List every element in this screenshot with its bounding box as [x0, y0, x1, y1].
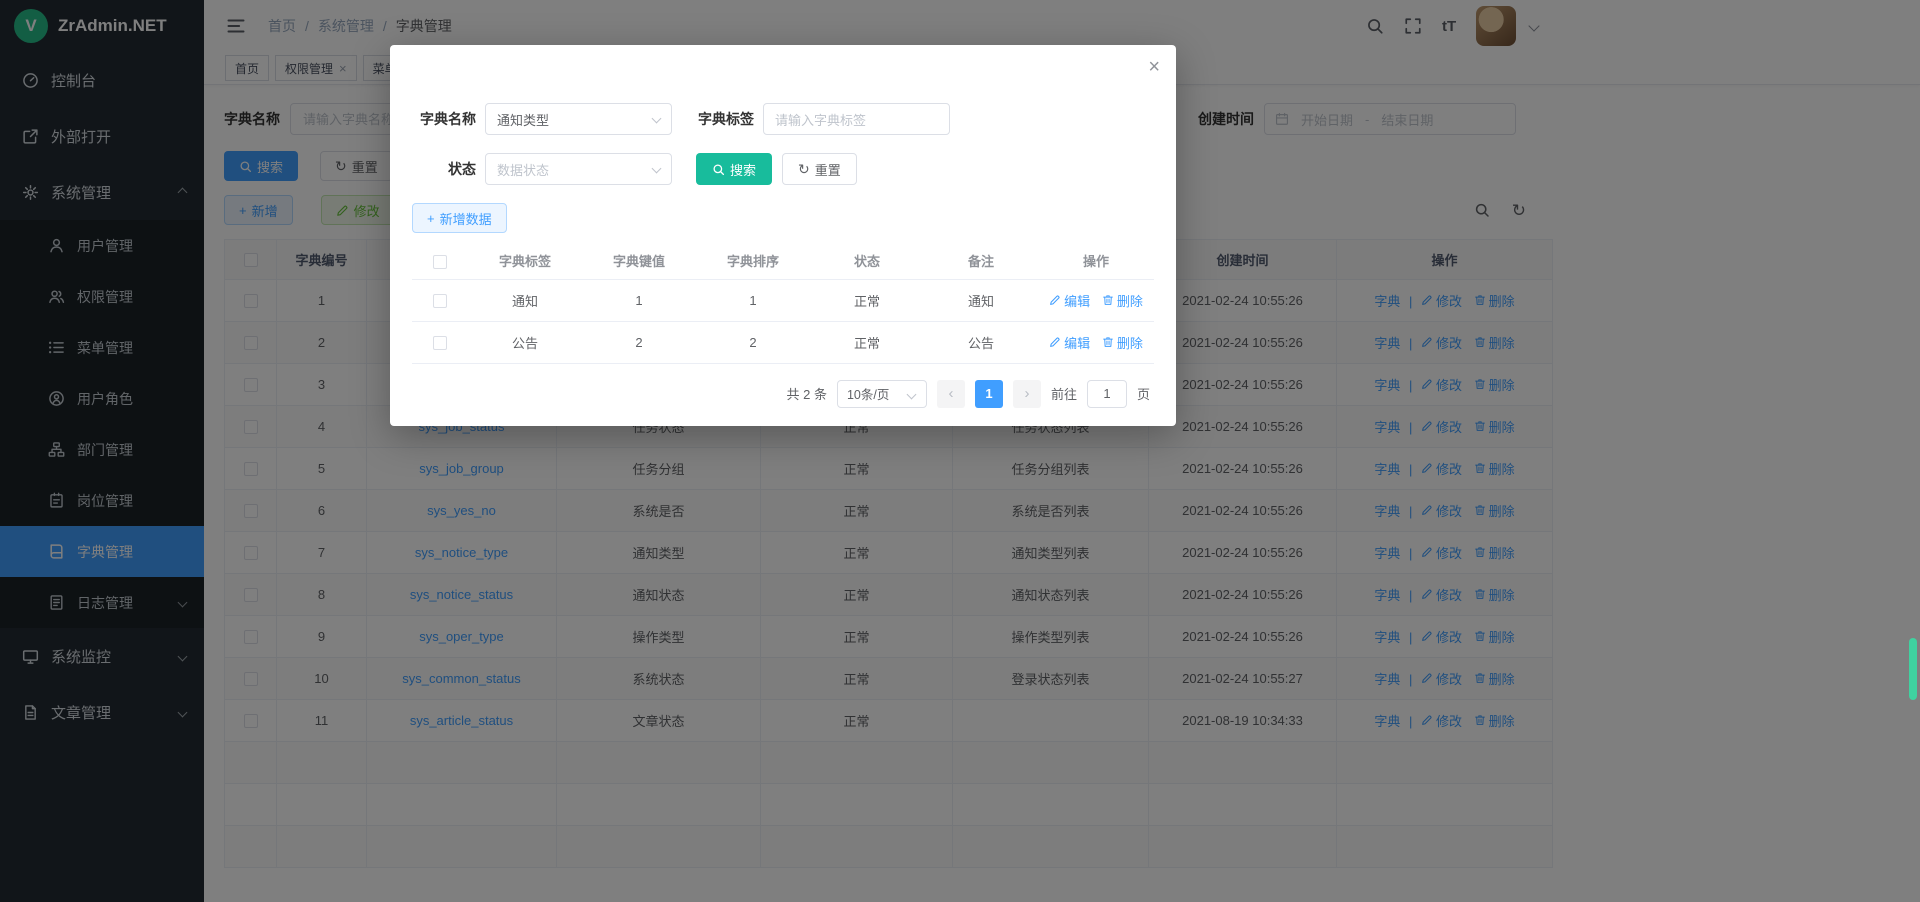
modal-filter-row-2: 状态 数据状态 搜索 ↻ 重置	[412, 153, 1154, 185]
select-all-checkbox[interactable]	[433, 255, 447, 269]
modal-filter-row-1: 字典名称 通知类型 字典标签 请输入字典标签	[412, 45, 1154, 135]
cell-remark: 通知	[924, 279, 1038, 321]
cell-dict-value: 1	[582, 279, 696, 321]
edit-link[interactable]: 编辑	[1049, 291, 1090, 310]
modal-status-label: 状态	[412, 159, 476, 179]
cell-status: 正常	[810, 279, 924, 321]
modal-dict-name-label: 字典名称	[412, 109, 476, 129]
modal-reset-label: 重置	[815, 160, 841, 179]
dict-label-placeholder: 请输入字典标签	[775, 110, 866, 129]
cell-dict-value: 2	[582, 321, 696, 363]
edit-link[interactable]: 编辑	[1049, 333, 1090, 352]
cell-remark: 公告	[924, 321, 1038, 363]
dict-data-table: 字典标签 字典键值 字典排序 状态 备注 操作 通知 1 1 正常	[412, 243, 1154, 364]
modal-pagination: 共 2 条 10条/页 ‹ 1 › 前往 页	[412, 380, 1154, 408]
modal-table-header-row: 字典标签 字典键值 字典排序 状态 备注 操作	[412, 243, 1154, 279]
chevron-down-icon	[907, 389, 917, 399]
delete-link[interactable]: 删除	[1102, 333, 1143, 352]
current-page-button[interactable]: 1	[975, 380, 1003, 408]
modal-dict-label-label: 字典标签	[696, 109, 754, 129]
cell-ops: 编辑 删除	[1038, 279, 1154, 321]
page-unit-label: 页	[1137, 384, 1150, 403]
row-checkbox[interactable]	[433, 336, 447, 350]
delete-link[interactable]: 删除	[1102, 291, 1143, 310]
col-dict-value: 字典键值	[582, 243, 696, 279]
col-ops: 操作	[1038, 243, 1154, 279]
next-page-button[interactable]: ›	[1013, 380, 1041, 408]
page-size-value: 10条/页	[847, 384, 889, 403]
status-select[interactable]: 数据状态	[485, 153, 672, 185]
cell-checkbox	[412, 321, 468, 363]
dict-name-value: 通知类型	[497, 110, 549, 129]
cell-dict-label: 通知	[468, 279, 582, 321]
dict-data-modal: × 字典名称 通知类型 字典标签 请输入字典标签 状态 数据状态 搜索	[390, 45, 1176, 426]
plus-icon: +	[427, 211, 435, 226]
chevron-down-icon	[652, 164, 662, 174]
close-icon[interactable]: ×	[1148, 57, 1160, 77]
dict-name-select[interactable]: 通知类型	[485, 103, 672, 135]
pagination-total: 共 2 条	[787, 384, 827, 403]
cell-dict-sort: 2	[696, 321, 810, 363]
modal-search-button[interactable]: 搜索	[696, 153, 772, 185]
modal-search-label: 搜索	[730, 160, 756, 179]
modal-table-row: 公告 2 2 正常 公告 编辑 删除	[412, 321, 1154, 363]
modal-reset-button[interactable]: ↻ 重置	[782, 153, 857, 185]
status-placeholder: 数据状态	[497, 160, 549, 179]
add-data-label: 新增数据	[440, 209, 492, 228]
add-data-button[interactable]: + 新增数据	[412, 203, 507, 233]
goto-page-input[interactable]	[1087, 380, 1127, 408]
app-root: V ZrAdmin.NET 控制台 外部打开 系统管理 用户管理	[0, 0, 1920, 902]
goto-label: 前往	[1051, 384, 1077, 403]
refresh-icon: ↻	[798, 162, 810, 176]
scrollbar-thumb[interactable]	[1909, 638, 1917, 700]
dict-label-input[interactable]: 请输入字典标签	[763, 103, 950, 135]
cell-dict-sort: 1	[696, 279, 810, 321]
modal-filter-actions: 搜索 ↻ 重置	[696, 153, 857, 185]
page-size-select[interactable]: 10条/页	[837, 380, 927, 408]
prev-page-button[interactable]: ‹	[937, 380, 965, 408]
col-remark: 备注	[924, 243, 1038, 279]
row-checkbox[interactable]	[433, 294, 447, 308]
header-checkbox-cell	[412, 243, 468, 279]
chevron-down-icon	[652, 114, 662, 124]
cell-status: 正常	[810, 321, 924, 363]
cell-checkbox	[412, 279, 468, 321]
modal-toolbar: + 新增数据	[412, 203, 1154, 233]
col-dict-sort: 字典排序	[696, 243, 810, 279]
col-status: 状态	[810, 243, 924, 279]
col-dict-label: 字典标签	[468, 243, 582, 279]
cell-ops: 编辑 删除	[1038, 321, 1154, 363]
cell-dict-label: 公告	[468, 321, 582, 363]
modal-table-row: 通知 1 1 正常 通知 编辑 删除	[412, 279, 1154, 321]
